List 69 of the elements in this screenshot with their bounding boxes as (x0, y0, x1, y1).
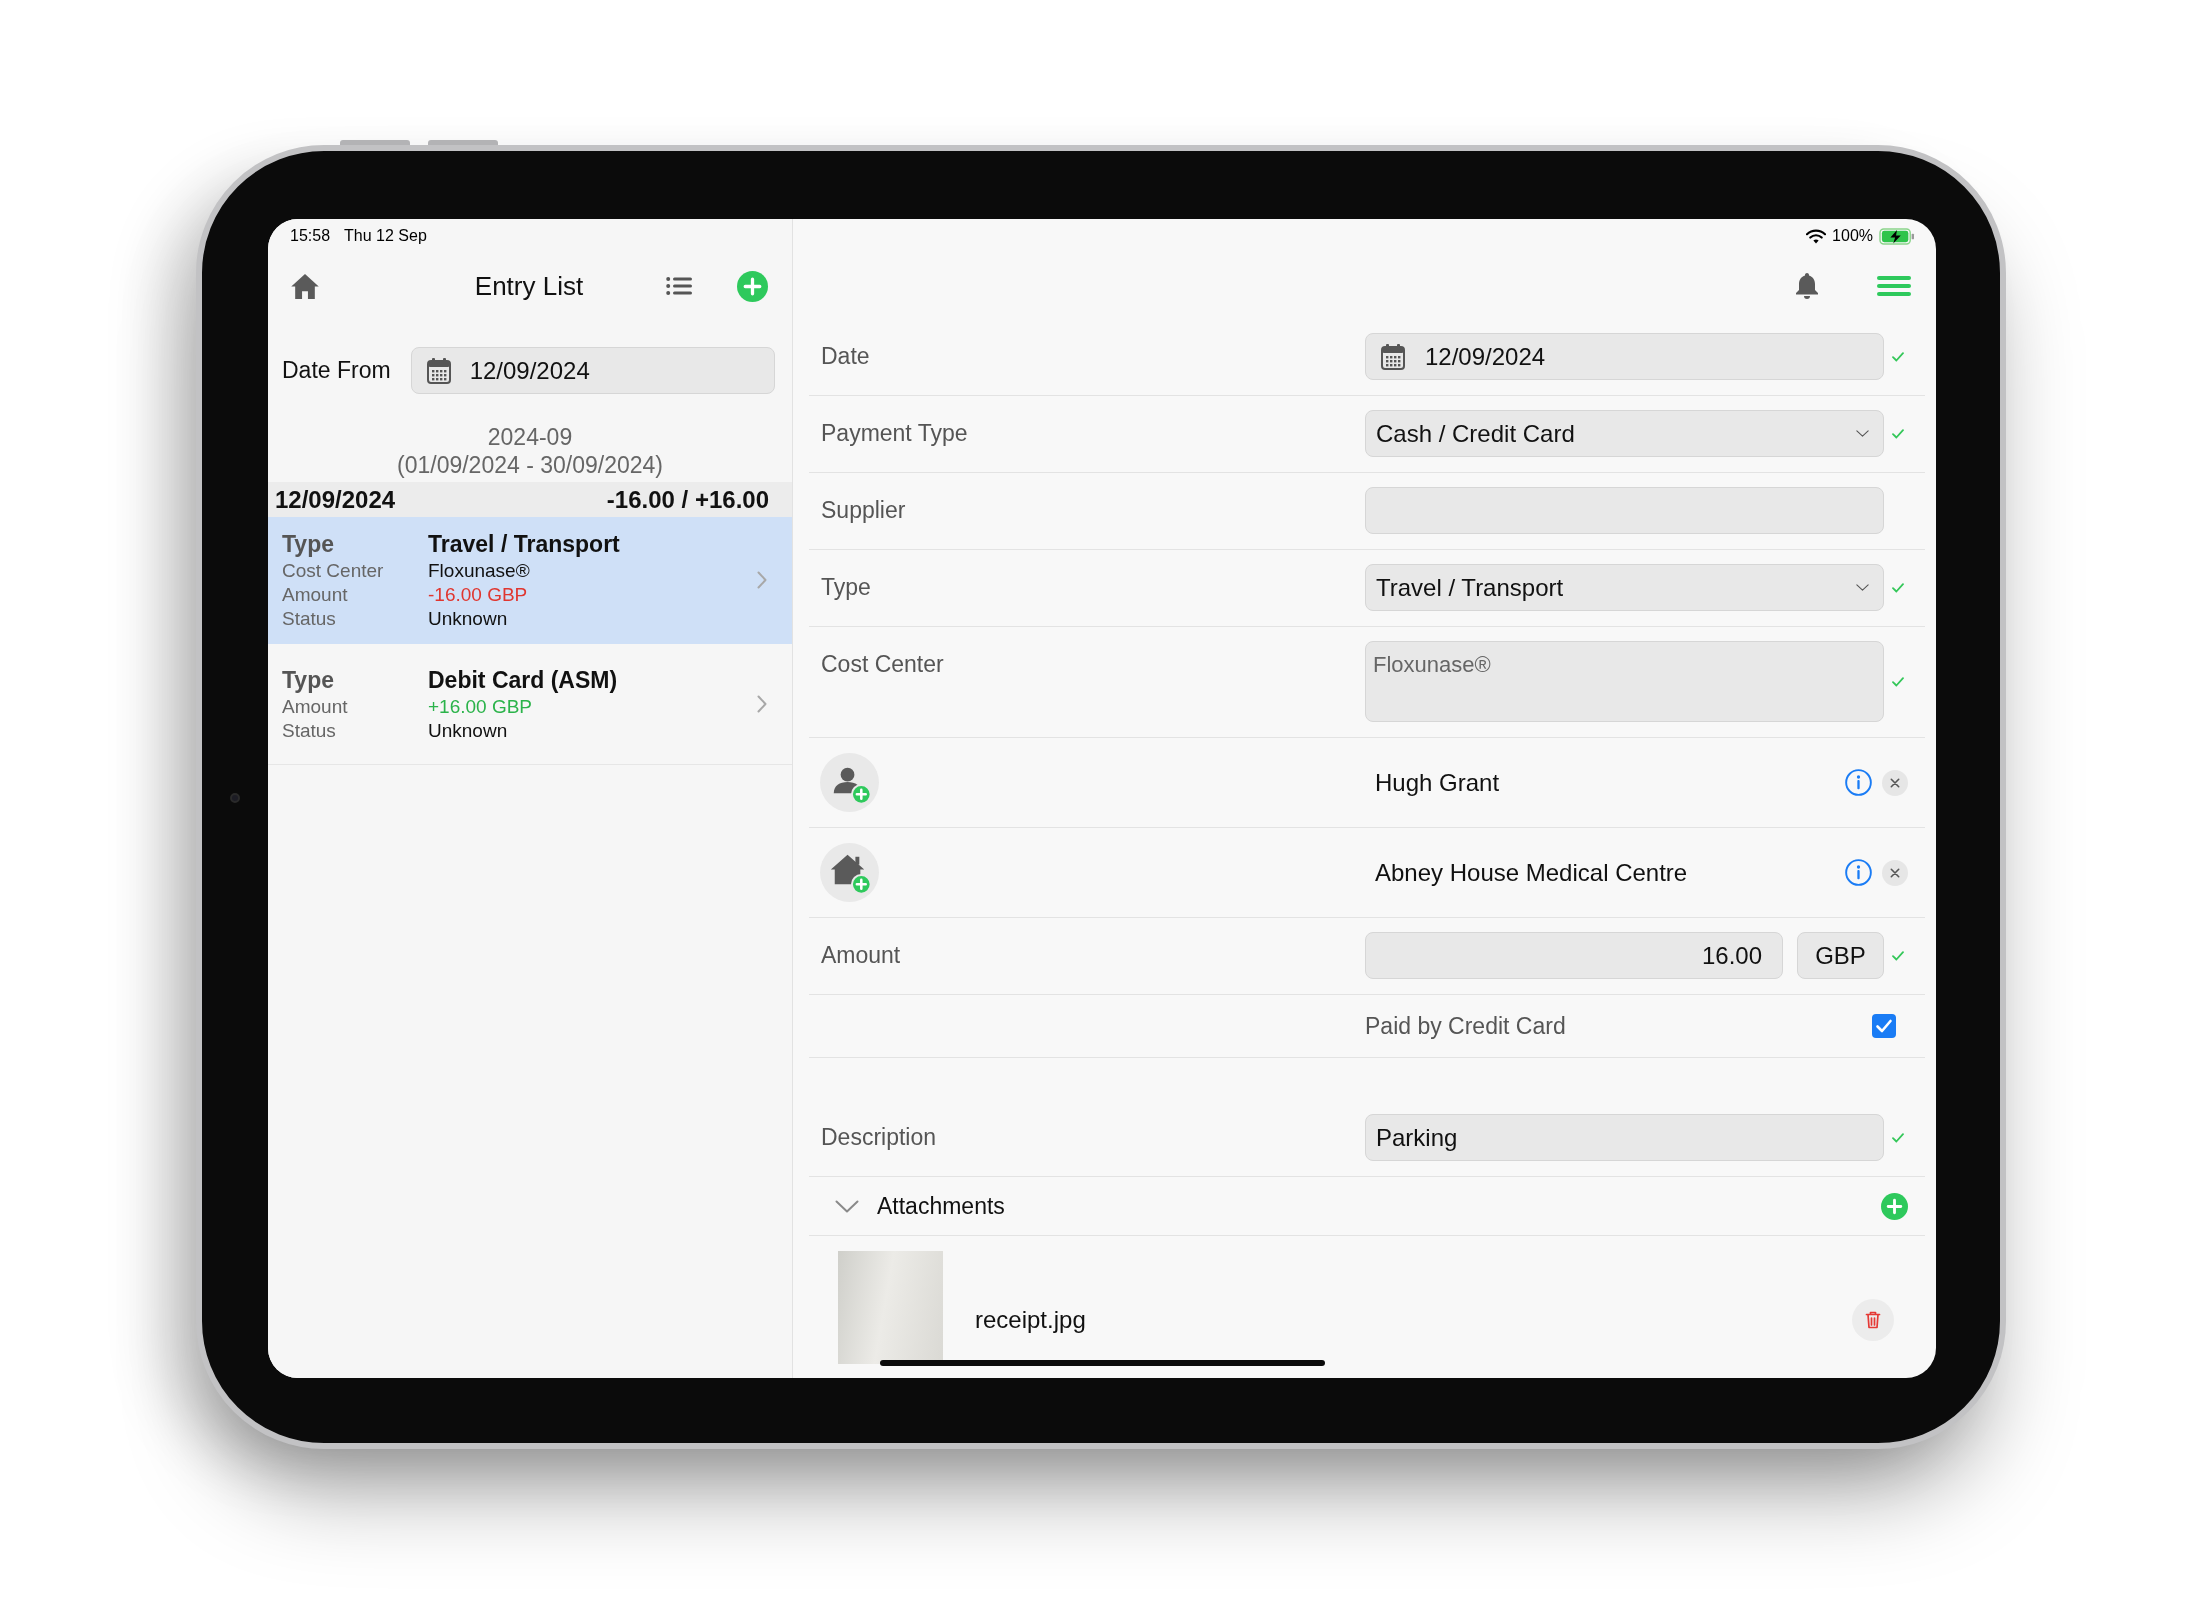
field-label: Supplier (821, 496, 906, 525)
input-field[interactable] (1365, 487, 1884, 534)
battery-percent: 100% (1832, 227, 1873, 245)
close-icon[interactable] (1882, 859, 1908, 886)
entry-label: Type (282, 530, 334, 559)
close-icon[interactable] (1882, 769, 1908, 796)
field-label: Cost Center (821, 650, 944, 679)
contact-name: Hugh Grant (1375, 768, 1500, 797)
field-label: Type (821, 573, 871, 602)
add-person-icon[interactable] (820, 753, 879, 812)
file-name: receipt.jpg (975, 1306, 1086, 1334)
field-label: Payment Type (821, 419, 968, 448)
amount-field[interactable]: 16.00 (1365, 932, 1783, 979)
chevron-down-icon (1856, 584, 1869, 591)
info-icon[interactable] (1845, 859, 1872, 886)
field-label: Description (821, 1123, 937, 1152)
checkbox-label: Paid by Credit Card (1365, 1012, 1566, 1040)
photo-placeholder[interactable] (838, 1251, 943, 1364)
entry-value: Unknown (428, 719, 508, 743)
period-month: 2024-09 (487, 423, 573, 451)
dropdown-field[interactable]: Cash / Credit Card (1365, 410, 1884, 457)
entry-label: Type (282, 666, 334, 695)
camera-lens (230, 793, 240, 803)
trash-icon[interactable] (1852, 1299, 1894, 1341)
input-field[interactable]: Parking (1365, 1114, 1884, 1161)
entry-value: Travel / Transport (428, 530, 620, 559)
entry-label: Amount (282, 583, 348, 607)
period-range: (01/09/2024 - 30/09/2024) (397, 451, 663, 479)
add-house-icon[interactable] (820, 843, 879, 902)
location-name: Abney House Medical Centre (1375, 858, 1688, 887)
entry-value: Floxunase® (428, 559, 530, 583)
list-icon[interactable] (666, 276, 692, 296)
dropdown-field[interactable]: Travel / Transport (1365, 564, 1884, 611)
calendar-icon (426, 357, 451, 384)
home-icon[interactable] (290, 272, 320, 300)
bell-icon[interactable] (1795, 272, 1819, 300)
entry-label: Cost Center (282, 559, 384, 583)
panel-title: Entry List (474, 270, 584, 302)
chevron-right-icon (757, 571, 767, 589)
entry-label: Amount (282, 695, 348, 719)
chevron-down-icon (1856, 430, 1869, 437)
entry-label: Status (282, 607, 336, 631)
chevron-right-icon (757, 695, 767, 713)
entry-value: Unknown (428, 607, 508, 631)
calendar-icon (1381, 343, 1405, 370)
entry-label: Status (282, 719, 336, 743)
battery-icon (1879, 227, 1915, 245)
date-from-label: Date From (282, 357, 391, 384)
day-totals: -16.00 / +16.00 (606, 485, 769, 514)
section-title[interactable]: Attachments (877, 1192, 1005, 1220)
menu-icon[interactable] (1877, 274, 1911, 298)
field-label: Date (821, 342, 870, 371)
date-field[interactable]: 12/09/2024 (410, 347, 775, 394)
entry-value: -16.00 GBP (428, 583, 528, 607)
status-time: 15:58 (290, 227, 331, 245)
day-date: 12/09/2024 (275, 485, 396, 514)
status-date: Thu 12 Sep (344, 227, 427, 245)
date-field[interactable]: 12/09/2024 (1365, 333, 1884, 380)
add-icon[interactable] (1881, 1192, 1908, 1220)
entry-value: Debit Card (ASM) (428, 666, 618, 695)
entry-row[interactable]: Type Travel / Transport Cost Center Floxunase® Amount -16.00 GBP Status Unknown (268, 517, 792, 644)
field-label: Amount (821, 941, 901, 970)
wifi-icon (1806, 228, 1827, 244)
entry-row[interactable]: Type Debit Card (ASM) Amount +16.00 GBP Status Unknown (268, 644, 792, 765)
add-icon[interactable] (737, 270, 768, 302)
currency-button[interactable]: GBP (1797, 932, 1884, 979)
entry-value: +16.00 GBP (428, 695, 533, 719)
info-icon[interactable] (1845, 769, 1872, 796)
checkbox[interactable] (1872, 1014, 1896, 1038)
